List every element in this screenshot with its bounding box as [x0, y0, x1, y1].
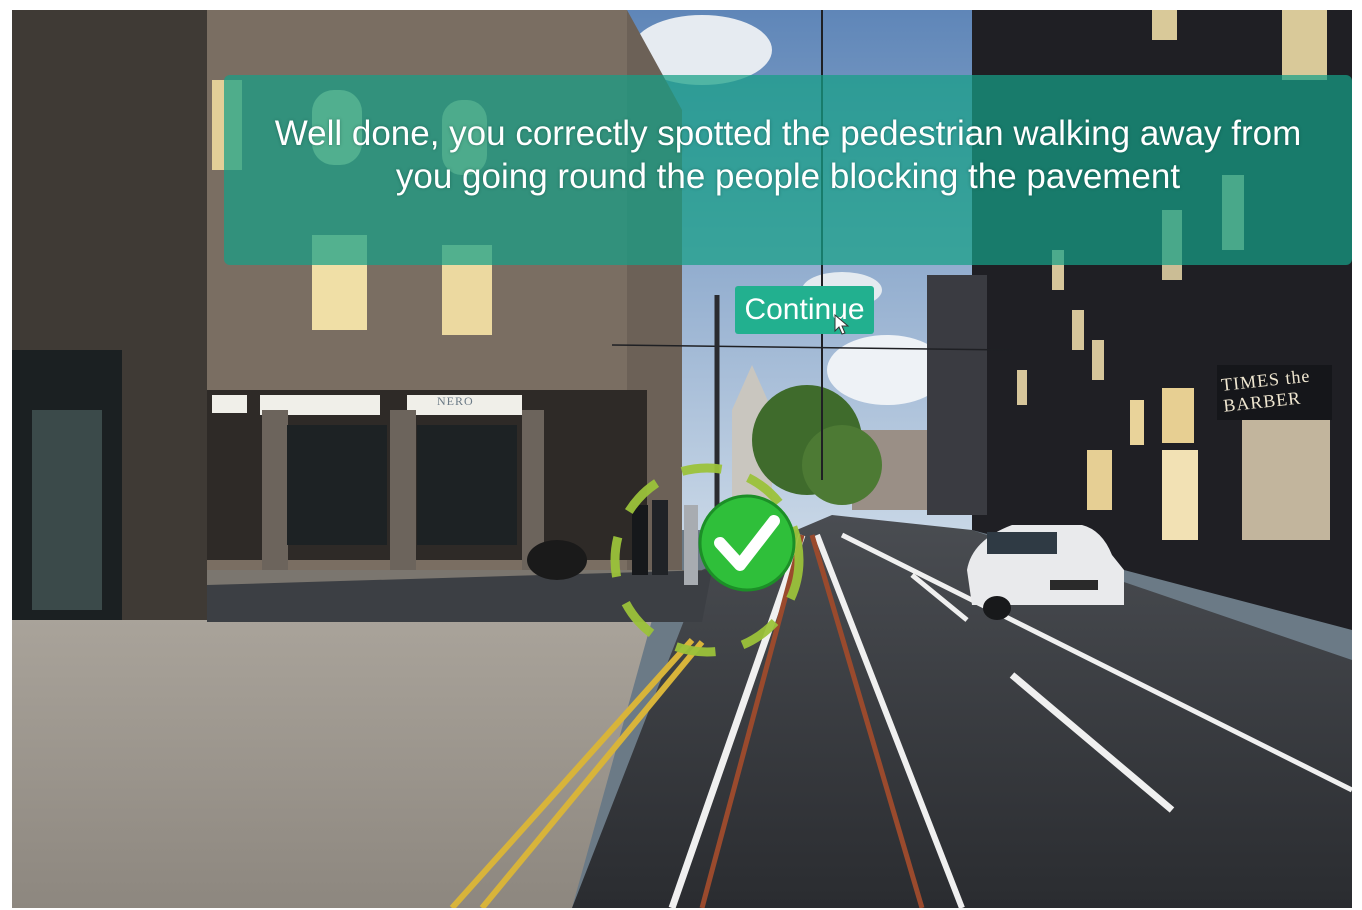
continue-button[interactable]: Continue: [735, 286, 874, 334]
cafe-sign: NERO: [437, 394, 474, 408]
feedback-message: Well done, you correctly spotted the ped…: [274, 114, 1302, 196]
game-viewport: TIMES the BARBER NERO Well done, you cor…: [12, 10, 1352, 908]
mouse-pointer-icon: [834, 314, 850, 335]
feedback-banner: Well done, you correctly spotted the ped…: [224, 75, 1352, 265]
check-circle-icon: [610, 463, 804, 657]
